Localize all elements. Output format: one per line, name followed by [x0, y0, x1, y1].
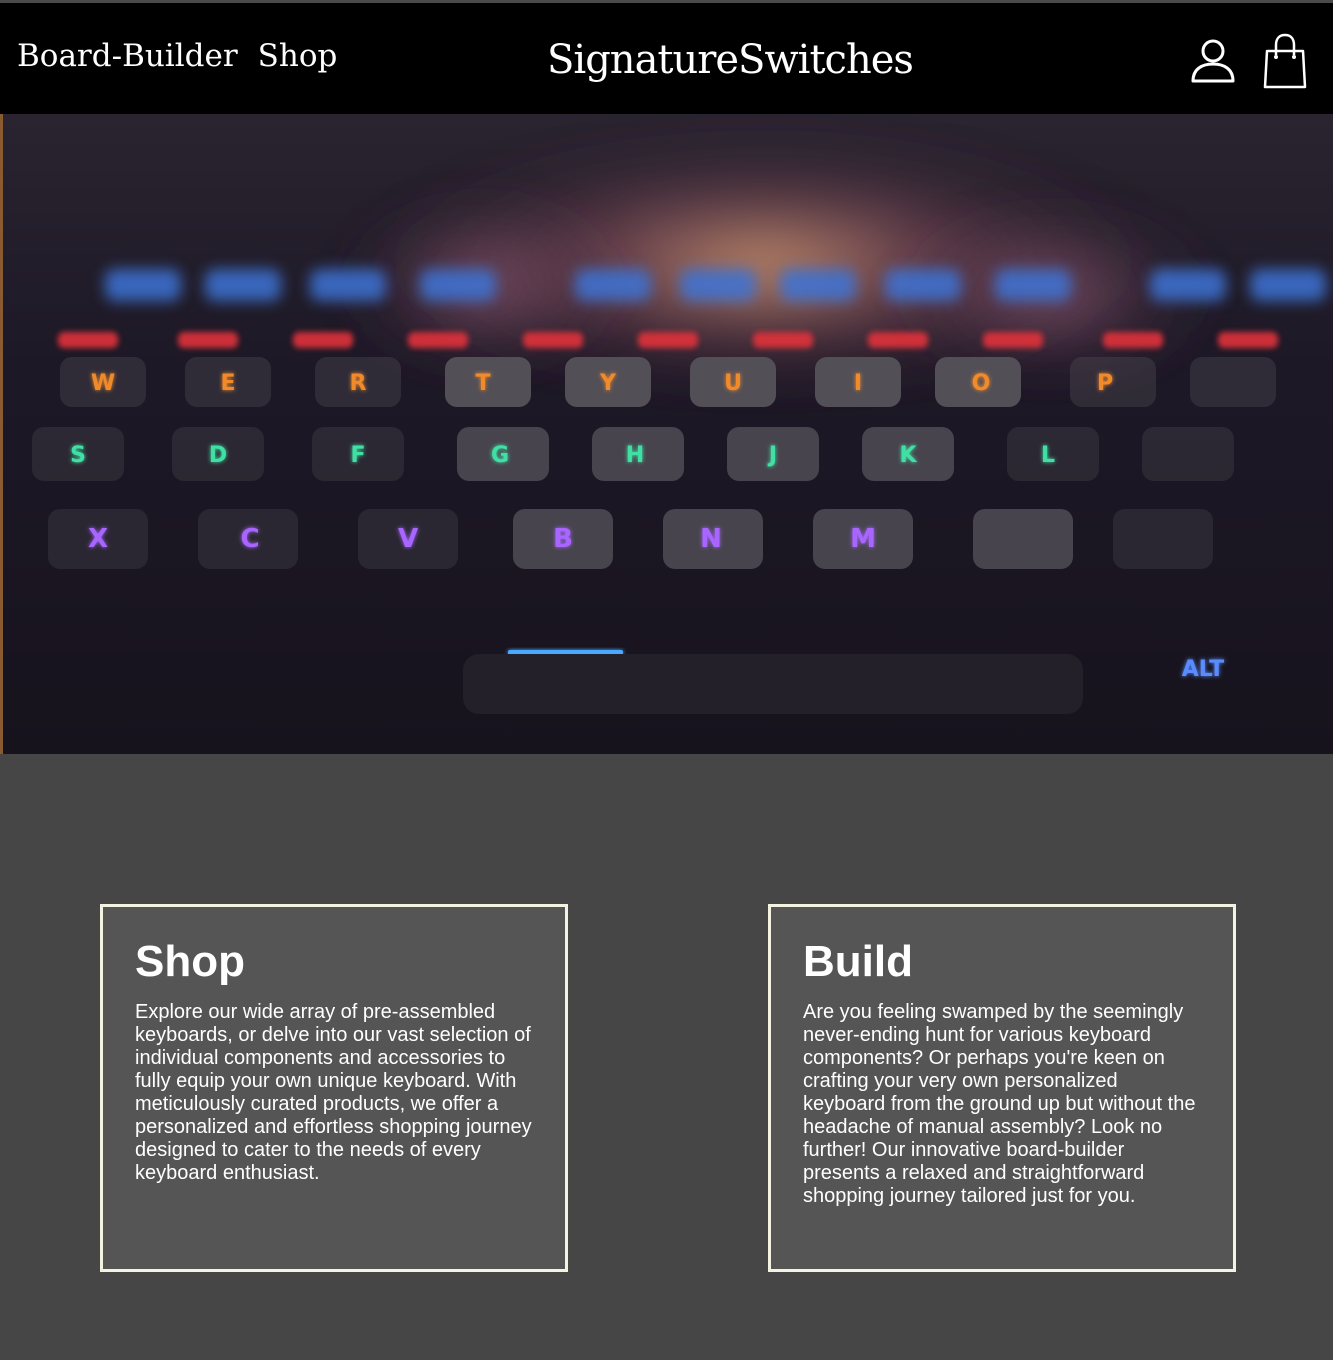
hero-number-key-glow	[178, 332, 238, 348]
shop-card-description: Explore our wide array of pre-assembled …	[135, 1001, 532, 1185]
nav-shop-link[interactable]: Shop	[258, 41, 338, 72]
brand-logo-text[interactable]: SignatureSwitches	[547, 40, 914, 80]
feature-cards: Shop Explore our wide array of pre-assem…	[0, 754, 1333, 1360]
hero-number-key-glow	[753, 332, 813, 348]
hero-far-key	[205, 269, 281, 301]
hero-key-letter: X	[88, 524, 108, 554]
hero-key-letter: H	[626, 443, 644, 468]
hero-number-key-glow	[983, 332, 1043, 348]
user-icon-glyph	[1191, 39, 1235, 83]
hero-key-letter: M	[850, 524, 876, 554]
hero-spacebar	[463, 654, 1083, 714]
build-card[interactable]: Build Are you feeling swamped by the see…	[768, 904, 1236, 1272]
hero-number-key-glow	[293, 332, 353, 348]
hero-far-key	[680, 269, 756, 301]
shopping-bag-icon-glyph	[1263, 33, 1307, 89]
hero-key-letter: B	[553, 524, 573, 554]
nav-board-builder-link[interactable]: Board-Builder	[17, 41, 238, 72]
hero-keyboard-illustration: W E R T Y U I O P S D F G H J K L X C V B N M ALT	[3, 114, 1333, 754]
build-card-title: Build	[803, 937, 913, 986]
hero-number-key-glow	[58, 332, 118, 348]
hero-key-letter: N	[700, 524, 722, 554]
hero-keycap	[1113, 509, 1213, 569]
build-card-description: Are you feeling swamped by the seemingly…	[803, 1001, 1196, 1208]
hero-far-key	[420, 269, 496, 301]
hero-number-key-glow	[1103, 332, 1163, 348]
hero-key-letter: J	[767, 443, 777, 468]
page: Board-Builder Shop SignatureSwitches W E…	[0, 0, 1333, 1360]
hero-key-letter: W	[91, 371, 115, 396]
shopping-bag-icon[interactable]	[1263, 33, 1307, 89]
hero-key-letter: U	[724, 371, 742, 396]
hero-key-letter: E	[220, 371, 235, 396]
hero-alt-key-label: ALT	[1182, 657, 1224, 682]
hero-far-key	[310, 269, 386, 301]
hero-number-key-glow	[408, 332, 468, 348]
hero-number-key-glow	[638, 332, 698, 348]
shop-card[interactable]: Shop Explore our wide array of pre-assem…	[100, 904, 568, 1272]
hero-far-key	[105, 269, 181, 301]
hero-key-letter: L	[1041, 443, 1055, 468]
hero-key-letter: P	[1097, 371, 1113, 396]
hero-far-key	[885, 269, 961, 301]
hero-key-letter: V	[398, 524, 418, 554]
hero-key-letter: F	[350, 443, 365, 468]
hero-key-letter: D	[209, 443, 227, 468]
hero-key-letter: R	[350, 371, 367, 396]
hero-far-key	[575, 269, 651, 301]
hero-keycap	[1142, 427, 1234, 481]
hero-key-letter: C	[240, 524, 259, 554]
hero-keycap	[1190, 357, 1276, 407]
hero-number-key-glow	[868, 332, 928, 348]
hero-far-key	[995, 269, 1071, 301]
hero-far-key	[1250, 269, 1326, 301]
hero-key-letter: S	[70, 443, 86, 468]
shop-card-title: Shop	[135, 937, 245, 986]
hero-key-letter: I	[854, 371, 862, 396]
hero-keycap	[973, 509, 1073, 569]
hero-key-letter: O	[972, 371, 991, 396]
hero-far-key	[1150, 269, 1226, 301]
hero-key-letter: T	[475, 371, 490, 396]
hero-key-letter: Y	[599, 371, 617, 396]
hero-key-letter: K	[899, 443, 917, 468]
user-icon[interactable]	[1190, 37, 1236, 83]
hero-number-key-glow	[523, 332, 583, 348]
main-nav: Board-Builder Shop	[17, 41, 337, 72]
hero-key-letter: G	[491, 443, 509, 468]
site-header: Board-Builder Shop SignatureSwitches	[0, 0, 1333, 114]
hero-keyboard-image: W E R T Y U I O P S D F G H J K L X C V B N M ALT	[3, 114, 1333, 754]
hero-far-key	[780, 269, 856, 301]
hero-number-key-glow	[1218, 332, 1278, 348]
